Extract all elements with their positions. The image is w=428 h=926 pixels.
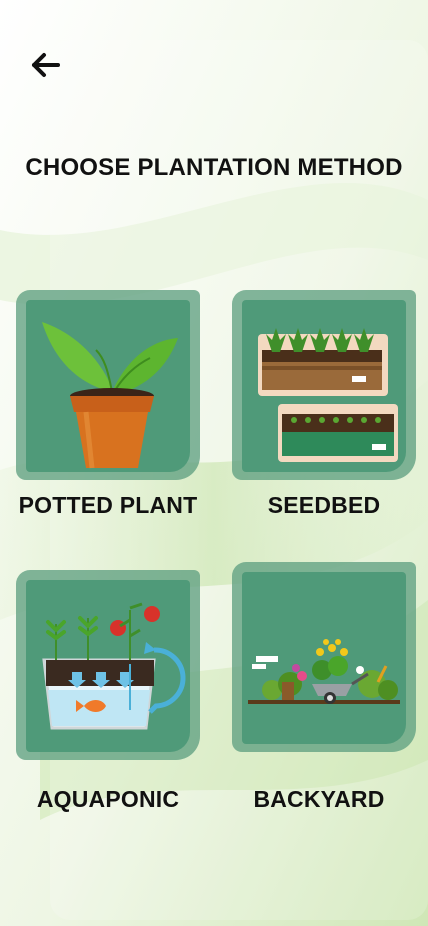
seedbed-label[interactable]: SEEDBED bbox=[219, 492, 428, 519]
backyard-icon bbox=[248, 639, 400, 704]
aquaponic-label[interactable]: AQUAPONIC bbox=[3, 786, 213, 813]
aquaponic-icon bbox=[42, 602, 186, 730]
potted-plant-icon bbox=[42, 322, 178, 469]
card-image bbox=[26, 580, 190, 752]
card-image bbox=[242, 572, 406, 744]
backyard-card[interactable] bbox=[232, 562, 416, 752]
backyard-label[interactable]: BACKYARD bbox=[214, 786, 424, 813]
card-image bbox=[242, 300, 406, 472]
page-title: CHOOSE PLANTATION METHOD bbox=[25, 154, 403, 181]
seedbed-card[interactable] bbox=[232, 290, 416, 480]
back-button[interactable] bbox=[26, 48, 66, 82]
aquaponic-card[interactable] bbox=[16, 570, 200, 760]
arrow-left-icon bbox=[32, 53, 60, 77]
seedbed-icon bbox=[258, 328, 398, 462]
potted-plant-card[interactable] bbox=[16, 290, 200, 480]
potted-plant-label[interactable]: POTTED PLANT bbox=[3, 492, 213, 519]
card-image bbox=[26, 300, 190, 472]
